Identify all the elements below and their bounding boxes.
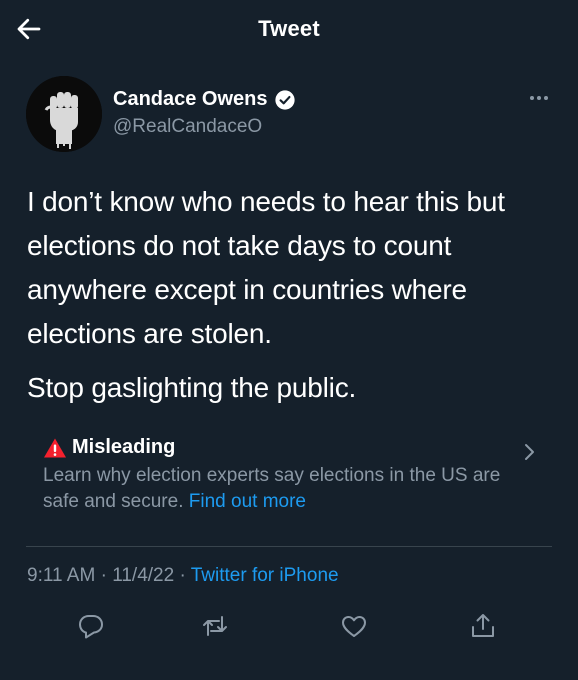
heart-icon bbox=[342, 616, 366, 637]
meta-separator: · bbox=[95, 565, 113, 586]
retweet-button[interactable] bbox=[200, 612, 230, 640]
top-bar: Tweet bbox=[0, 0, 578, 62]
reply-button[interactable] bbox=[76, 612, 106, 640]
tweet-time: 9:11 AM bbox=[27, 565, 96, 586]
more-options-button[interactable] bbox=[524, 86, 554, 110]
tweet-meta: 9:11 AM · 11/4/22 · Twitter for iPhone bbox=[27, 565, 339, 587]
find-out-more-link[interactable]: Find out more bbox=[189, 491, 306, 512]
verified-badge-icon bbox=[274, 89, 295, 110]
label-title: Misleading bbox=[72, 436, 176, 458]
avatar[interactable] bbox=[26, 76, 102, 152]
more-horizontal-icon bbox=[530, 96, 548, 100]
share-button[interactable] bbox=[468, 612, 498, 640]
misleading-label[interactable]: Misleading Learn why election experts sa… bbox=[43, 436, 543, 526]
label-description: Learn why election experts say elections… bbox=[43, 463, 538, 515]
tweet-text: I don’t know who needs to hear this but … bbox=[27, 180, 557, 410]
chevron-right-icon bbox=[525, 444, 534, 460]
warning-triangle-icon bbox=[44, 438, 66, 457]
meta-separator: · bbox=[174, 565, 191, 586]
tweet-paragraph: Stop gaslighting the public. bbox=[27, 372, 357, 403]
user-handle[interactable]: @RealCandaceO bbox=[113, 116, 262, 138]
reply-icon bbox=[79, 615, 103, 639]
tweet-date: 11/4/22 bbox=[112, 565, 175, 586]
divider bbox=[26, 546, 552, 547]
page-title: Tweet bbox=[258, 16, 320, 41]
label-header: Misleading bbox=[43, 436, 543, 459]
tweet-paragraph: I don’t know who needs to hear this but … bbox=[27, 186, 505, 349]
tweet-source-link[interactable]: Twitter for iPhone bbox=[191, 565, 339, 586]
user-name[interactable]: Candace Owens bbox=[113, 88, 296, 111]
like-button[interactable] bbox=[339, 612, 369, 640]
user-display-name: Candace Owens bbox=[113, 88, 268, 110]
retweet-icon bbox=[203, 616, 227, 636]
share-icon bbox=[472, 614, 494, 637]
raised-fist-icon bbox=[26, 76, 102, 152]
